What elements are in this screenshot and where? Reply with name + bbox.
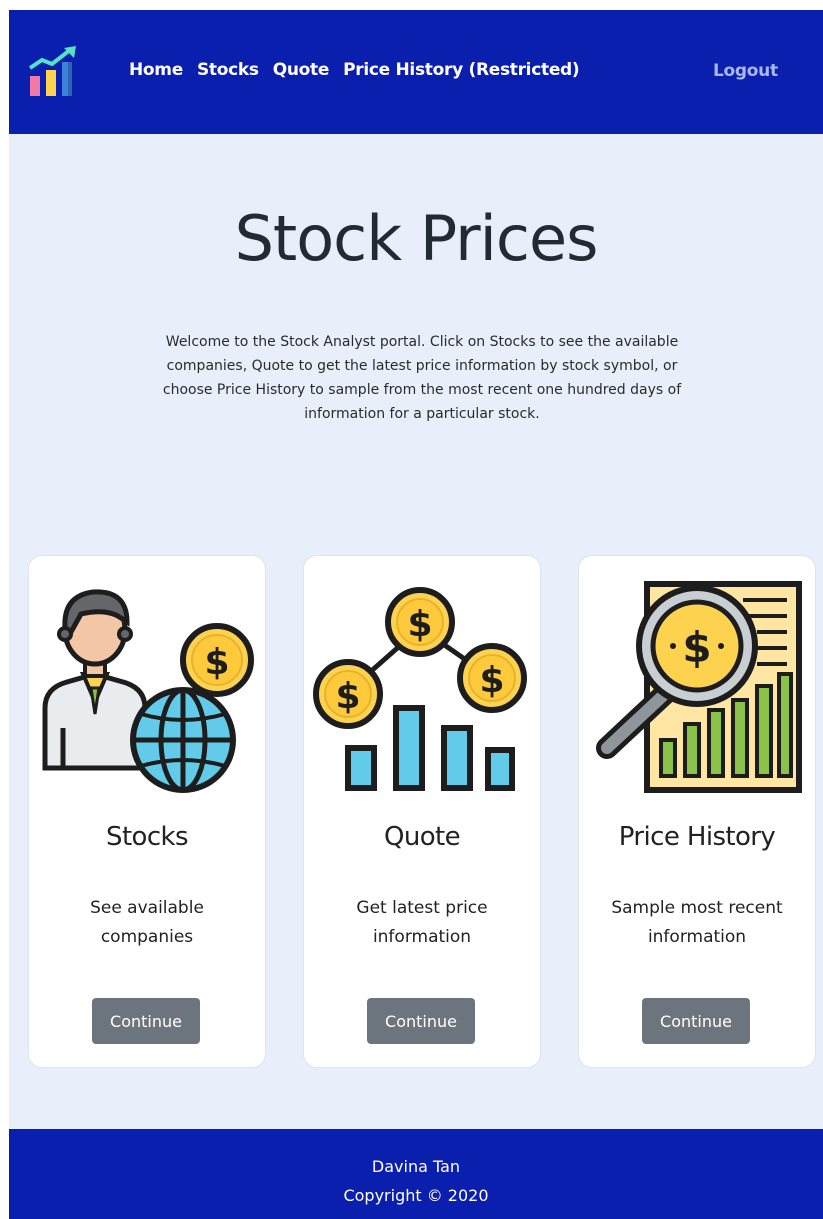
logo-chart-icon[interactable] [28,46,80,98]
card-description: See available companies [90,898,204,947]
page-title: Stock Prices [234,202,599,275]
nav-stocks-link[interactable]: Stocks [197,60,259,80]
stocks-card: $ Stocks See available companies Continu… [28,555,266,1068]
card-title: Stocks [106,822,189,852]
card-description: Get latest price information [356,898,488,947]
logout-link[interactable]: Logout [713,61,778,81]
svg-text:$: $ [407,604,432,645]
magnifier-report-chart-icon: $ [596,581,802,793]
card-description: Sample most recent information [611,898,783,947]
stocks-continue-button[interactable]: Continue [92,998,200,1044]
svg-text:$: $ [335,676,360,717]
nav-price-history-link[interactable]: Price History (Restricted) [343,60,580,80]
nav-quote-link[interactable]: Quote [273,60,330,80]
footer-copyright: Copyright © 2020 [343,1186,489,1205]
card-title: Quote [383,822,461,852]
businessman-globe-coin-icon: $ [42,589,254,793]
quote-continue-button[interactable]: Continue [367,998,475,1044]
price-history-continue-button[interactable]: Continue [642,998,750,1044]
nav-home-link[interactable]: Home [129,60,183,80]
page: Home Stocks Quote Price History (Restric… [9,10,823,1219]
footer: Davina Tan Copyright © 2020 [9,1129,823,1219]
card-title: Price History [618,822,776,852]
intro-text: Welcome to the Stock Analyst portal. Cli… [162,334,682,422]
footer-author: Davina Tan [371,1157,461,1176]
svg-text:$: $ [682,623,711,672]
coins-bar-chart-icon: $ $ $ [313,587,527,791]
quote-card: $ $ $ Quote Get latest price information… [303,555,541,1068]
navbar: Home Stocks Quote Price History (Restric… [9,10,823,134]
price-history-card: $ Price History Sample most recent infor… [578,555,816,1068]
nav-links: Home Stocks Quote Price History (Restric… [129,60,593,80]
svg-text:$: $ [479,660,504,701]
svg-text:$: $ [204,642,229,683]
